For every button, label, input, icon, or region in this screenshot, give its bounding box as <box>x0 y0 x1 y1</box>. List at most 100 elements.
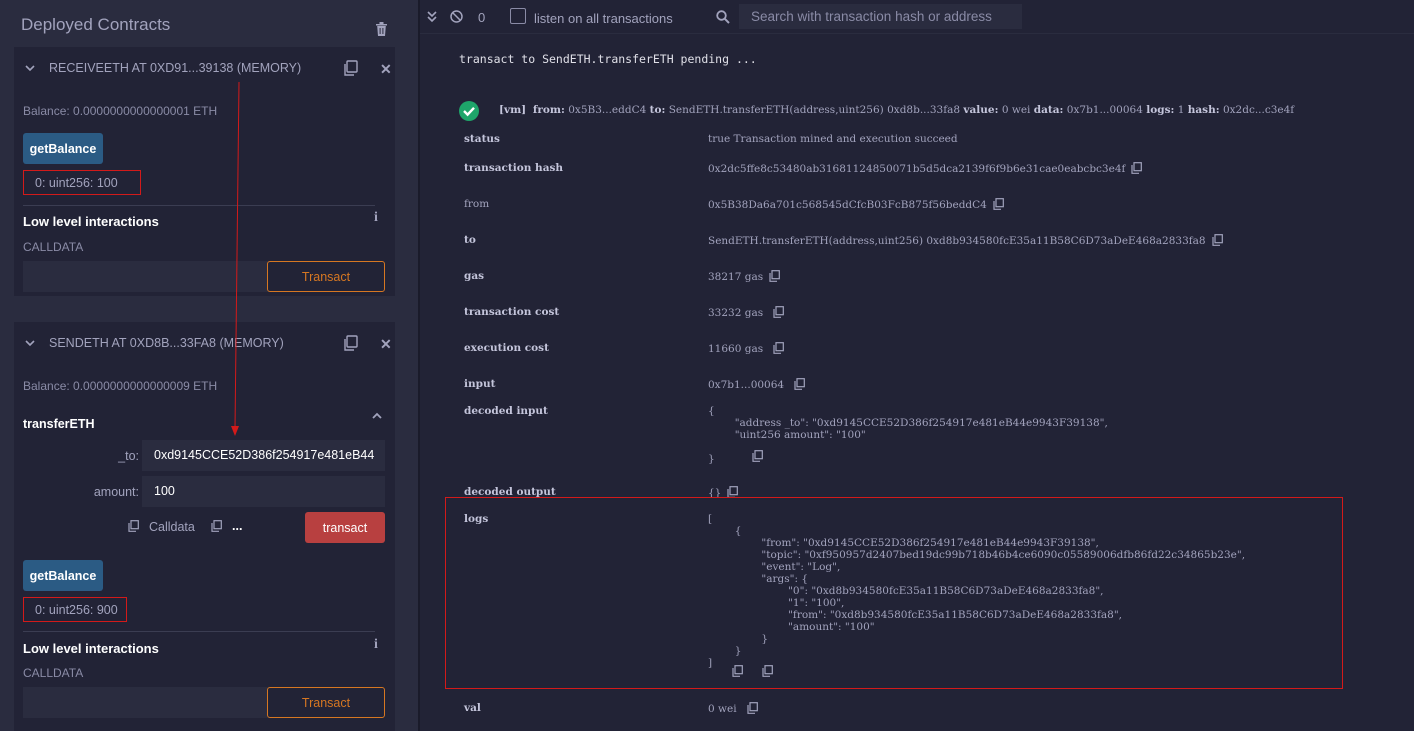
info-icon[interactable]: i <box>374 637 378 653</box>
value-key: value: <box>963 104 999 116</box>
copy-icon[interactable] <box>769 270 781 282</box>
row-key: input <box>464 378 496 390</box>
copy-icon[interactable] <box>343 60 358 76</box>
copy-icon[interactable] <box>128 520 139 532</box>
get-balance-button[interactable]: getBalance <box>23 133 103 164</box>
contract-header[interactable]: SENDETH AT 0XD8B...33FA8 (MEMORY) ✕ <box>14 322 395 364</box>
contract-card-sendeth: SENDETH AT 0XD8B...33FA8 (MEMORY) ✕ Bala… <box>14 322 395 731</box>
chevron-up-icon[interactable] <box>371 411 383 421</box>
annotation-arrow <box>231 82 240 436</box>
to-value: SendETH.transferETH(address,uint256) 0xd… <box>668 104 961 116</box>
row-key: decoded input <box>464 405 548 417</box>
row-key: status <box>464 133 500 145</box>
vm-tag: [vm] <box>499 104 527 116</box>
param-to-label: _to: <box>118 449 139 463</box>
copy-icon[interactable] <box>343 335 358 351</box>
panel-scrollbar[interactable] <box>410 0 418 731</box>
contract-header[interactable]: RECEIVEETH AT 0XD91...39138 (MEMORY) ✕ <box>14 47 395 89</box>
param-to-input[interactable]: 0xd9145CCE52D386f254917e481eB44 <box>142 440 385 471</box>
logs-highlight-box <box>445 497 1343 689</box>
copy-icon[interactable] <box>794 378 806 390</box>
row-key: from <box>464 198 490 210</box>
row-value: 0x2dc5ffe8c53480ab31681124850071b5d5dca2… <box>708 162 1143 175</box>
calldata-label: CALLDATA <box>23 240 84 254</box>
low-level-interactions-label: Low level interactions <box>23 641 159 656</box>
tx-summary[interactable]: [vm] from: 0x5B3...eddC4 to: SendETH.tra… <box>459 101 1409 121</box>
copy-icon[interactable] <box>211 520 222 532</box>
calldata-label: CALLDATA <box>23 666 84 680</box>
logs-key: logs: <box>1146 104 1175 116</box>
hash-key: hash: <box>1187 104 1220 116</box>
copy-icon[interactable] <box>752 450 763 462</box>
transact-button[interactable]: Transact <box>267 261 385 292</box>
transact-button[interactable]: Transact <box>267 687 385 718</box>
success-check-icon <box>459 101 479 121</box>
clear-console-icon[interactable] <box>450 10 463 23</box>
get-balance-output: 0: uint256: 900 <box>23 597 127 622</box>
row-key: transaction cost <box>464 306 560 318</box>
copy-icon[interactable] <box>746 702 758 714</box>
contract-card-receiveeth: RECEIVEETH AT 0XD91...39138 (MEMORY) ✕ B… <box>14 47 395 296</box>
row-value: 0 wei <box>708 702 758 715</box>
transact-function-button[interactable]: transact <box>305 512 385 543</box>
chevron-down-icon[interactable] <box>24 337 36 349</box>
row-key: transaction hash <box>464 162 564 174</box>
row-value: true Transaction mined and execution suc… <box>708 133 958 145</box>
row-decoded-input: decoded input { "address _to": "0xd9145C… <box>464 405 1404 465</box>
info-icon[interactable]: i <box>374 210 378 226</box>
low-level-interactions-label: Low level interactions <box>23 214 159 229</box>
contract-balance: Balance: 0.0000000000000009 ETH <box>23 379 218 393</box>
to-key: to: <box>649 104 666 116</box>
listen-checkbox[interactable] <box>510 8 526 24</box>
listen-label[interactable]: listen on all transactions <box>534 11 673 26</box>
row-value: 11660 gas <box>708 342 785 355</box>
data-value: 0x7b1...00064 <box>1066 104 1143 116</box>
search-icon <box>716 10 730 24</box>
close-icon[interactable]: ✕ <box>380 61 392 78</box>
copy-icon[interactable] <box>1131 162 1143 174</box>
hash-value: 0x2dc...c3e4f <box>1222 104 1295 116</box>
row-value: 33232 gas <box>708 306 785 319</box>
from-key: from: <box>532 104 565 116</box>
contract-name: SENDETH AT 0XD8B...33FA8 (MEMORY) <box>49 336 284 350</box>
chevron-down-icon[interactable] <box>24 62 36 74</box>
copy-icon[interactable] <box>1211 234 1223 246</box>
function-name: transferETH <box>23 417 95 431</box>
divider <box>23 205 375 206</box>
row-key: val <box>464 702 481 714</box>
row-value: 38217 gas <box>708 270 781 283</box>
pending-tx-count: 0 <box>478 10 486 25</box>
from-value: 0x5B3...eddC4 <box>568 104 647 116</box>
search-input[interactable] <box>739 4 1022 29</box>
row-value: SendETH.transferETH(address,uint256) 0xd… <box>708 234 1223 247</box>
row-value: 0x5B38Da6a701c568545dCfcB03FcB875f56bedd… <box>708 198 1004 211</box>
logs-value: 1 <box>1177 104 1185 116</box>
contract-balance: Balance: 0.0000000000000001 ETH <box>23 104 218 118</box>
double-chevron-down-icon[interactable] <box>426 11 438 23</box>
terminal-toolbar: 0 listen on all transactions <box>420 0 1414 34</box>
copy-icon[interactable] <box>773 306 785 318</box>
copy-icon[interactable] <box>773 342 785 354</box>
trash-icon[interactable] <box>375 22 388 36</box>
contract-name: RECEIVEETH AT 0XD91...39138 (MEMORY) <box>49 61 302 75</box>
copy-icon[interactable] <box>993 198 1004 210</box>
row-key: to <box>464 234 476 246</box>
deployed-contracts-panel: Deployed Contracts RECEIVEETH AT 0XD91..… <box>0 0 410 731</box>
row-key: gas <box>464 270 485 282</box>
close-icon[interactable]: ✕ <box>380 336 392 353</box>
pending-message: transact to SendETH.transferETH pending … <box>459 52 757 66</box>
get-balance-output: 0: uint256: 100 <box>23 170 141 195</box>
param-amount-label: amount: <box>93 485 139 499</box>
value-value: 0 wei <box>1001 104 1031 116</box>
data-key: data: <box>1033 104 1064 116</box>
panel-title: Deployed Contracts <box>21 15 171 34</box>
more-menu[interactable]: ... <box>232 519 242 533</box>
calldata-input[interactable] <box>23 687 269 718</box>
calldata-link[interactable]: Calldata <box>149 520 195 534</box>
get-balance-button[interactable]: getBalance <box>23 560 103 591</box>
row-value: 0x7b1...00064 <box>708 378 806 391</box>
terminal-log: transact to SendETH.transferETH pending … <box>420 35 1414 731</box>
param-amount-input[interactable]: 100 <box>142 476 385 507</box>
row-key: execution cost <box>464 342 549 354</box>
decoded-input-json: { "address _to": "0xd9145CCE52D386f25491… <box>708 405 1108 465</box>
